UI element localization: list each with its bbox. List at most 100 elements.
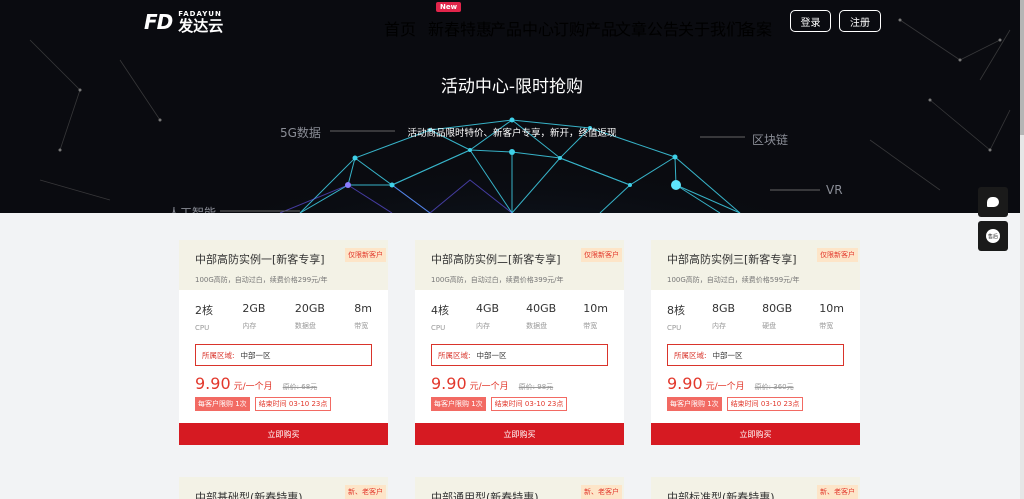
region-select[interactable]: 所属区域: 中部一区 <box>667 344 844 366</box>
price-unit: 元/一个月 <box>233 382 273 392</box>
spec-label: 带宽 <box>583 322 598 330</box>
spec-memory: 4GB 内存 <box>476 302 499 332</box>
end-time-badge: 结束时间 03-10 23点 <box>490 397 568 411</box>
buy-now-button[interactable]: 立即购买 <box>651 423 860 445</box>
tag-ai: 人工智能 <box>168 206 217 213</box>
spec-disk: 40GB 数据盘 <box>526 302 556 332</box>
price-value: 9.90 <box>431 374 467 393</box>
region-value: 中部一区 <box>476 350 507 360</box>
card-specs: 8核 CPU 8GB 内存 80GB 硬盘 10m 带宽 <box>651 290 860 332</box>
purchase-limit-badge: 每客户限购 1次 <box>195 397 250 411</box>
logo-mark: FD <box>144 10 173 34</box>
side-aftersale-button[interactable]: 售后 <box>978 221 1008 251</box>
logo[interactable]: FD FADAYUN 发达云 <box>144 10 223 34</box>
nav-products[interactable]: 产品中心 <box>490 16 554 40</box>
card-desc: 100G高防，自动过白，续费价格299元/年 <box>195 276 328 284</box>
scrollbar-thumb[interactable] <box>1020 0 1024 135</box>
product-card: 中部高防实例一[新客专享] 100G高防，自动过白，续费价格299元/年 仅限新… <box>179 240 388 445</box>
purchase-limit-badge: 每客户限购 1次 <box>667 397 722 411</box>
spec-value: 8核 <box>667 304 685 317</box>
spec-value: 10m <box>819 302 844 315</box>
spec-bandwidth: 8m 带宽 <box>354 302 372 332</box>
card-desc: 100G高防，自动过白，续费价格599元/年 <box>667 276 800 284</box>
new-customer-flag: 仅限新客户 <box>345 248 386 262</box>
spec-value: 40GB <box>526 302 557 315</box>
login-button[interactable]: 登录 <box>790 10 831 32</box>
original-price: 原价: 360元 <box>754 383 794 391</box>
buy-now-button[interactable]: 立即购买 <box>415 423 624 445</box>
nav-icp[interactable]: 备案 <box>740 16 772 40</box>
spec-value: 80GB <box>762 302 793 315</box>
spec-value: 10m <box>583 302 608 315</box>
nav-order[interactable]: 订购产品 <box>553 16 617 40</box>
register-button[interactable]: 注册 <box>839 10 881 32</box>
spec-value: 2GB <box>242 302 266 315</box>
price-unit: 元/一个月 <box>705 382 745 392</box>
product-card: 中部高防实例三[新客专享] 100G高防，自动过白，续费价格599元/年 仅限新… <box>651 240 860 445</box>
spec-memory: 2GB 内存 <box>242 302 265 332</box>
tag-vr: VR <box>826 183 843 197</box>
card-header: 中部高防实例一[新客专享] 100G高防，自动过白，续费价格299元/年 仅限新… <box>179 240 388 290</box>
card-header: 中部高防实例三[新客专享] 100G高防，自动过白，续费价格599元/年 仅限新… <box>651 240 860 290</box>
spec-disk: 80GB 硬盘 <box>762 302 792 332</box>
scrollbar-track[interactable] <box>1020 0 1024 499</box>
spec-value: 4核 <box>431 304 449 317</box>
spec-value: 8GB <box>712 302 736 315</box>
product-card: 中部高防实例二[新客专享] 100G高防，自动过白，续费价格399元/年 仅限新… <box>415 240 624 445</box>
logo-cn: 发达云 <box>178 17 224 35</box>
spec-cpu: 4核 CPU <box>431 302 449 332</box>
spec-label: CPU <box>195 324 210 332</box>
spec-label: 数据盘 <box>526 322 548 330</box>
limits-row: 每客户限购 1次 结束时间 03-10 23点 <box>415 393 624 411</box>
spec-label: CPU <box>431 324 446 332</box>
spec-value: 20GB <box>294 302 325 315</box>
spec-label: 硬盘 <box>762 322 777 330</box>
side-chat-button[interactable] <box>978 187 1008 217</box>
original-price: 原价: 68元 <box>282 383 318 391</box>
hero-subtitle: 活动商品限时特价、新客户专享，新开，终值返现 <box>407 128 617 139</box>
spec-cpu: 8核 CPU <box>667 302 685 332</box>
chat-icon <box>987 197 999 207</box>
limits-row: 每客户限购 1次 结束时间 03-10 23点 <box>651 393 860 411</box>
new-badge: New <box>436 2 462 12</box>
buy-now-button[interactable]: 立即购买 <box>179 423 388 445</box>
tag-blockchain: 区块链 <box>752 133 789 147</box>
hero-banner: FD FADAYUN 发达云 首页 新春特惠 New 产品中心 订购产品 文章公告… <box>0 0 1024 213</box>
spec-bandwidth: 10m 带宽 <box>583 302 608 332</box>
product-card-row2: 中部标准型(新春特惠) 新、老客户 <box>651 477 860 499</box>
end-time-badge: 结束时间 03-10 23点 <box>254 397 332 411</box>
card-header: 中部高防实例二[新客专享] 100G高防，自动过白，续费价格399元/年 仅限新… <box>415 240 624 290</box>
spec-value: 8m <box>354 302 372 315</box>
card-desc: 100G高防，自动过白，续费价格399元/年 <box>431 276 564 284</box>
original-price: 原价: 98元 <box>518 383 554 391</box>
purchase-limit-badge: 每客户限购 1次 <box>431 397 486 411</box>
spec-disk: 20GB 数据盘 <box>295 302 325 332</box>
spec-label: 内存 <box>242 322 257 330</box>
card-specs: 4核 CPU 4GB 内存 40GB 数据盘 10m 带宽 <box>415 290 624 332</box>
price-row: 9.90 元/一个月 原价: 98元 <box>415 366 624 393</box>
region-label: 所属区域: <box>674 350 707 360</box>
customer-flag: 新、老客户 <box>345 485 386 499</box>
price-value: 9.90 <box>195 374 231 393</box>
nav-about[interactable]: 关于我们 <box>678 16 742 40</box>
spec-bandwidth: 10m 带宽 <box>819 302 844 332</box>
spec-value: 4GB <box>476 302 500 315</box>
price-row: 9.90 元/一个月 原价: 68元 <box>179 366 388 393</box>
new-customer-flag: 仅限新客户 <box>817 248 858 262</box>
nav-spring-sale-label: 新春特惠 <box>428 20 493 39</box>
nav-spring-sale[interactable]: 新春特惠 New <box>428 2 493 40</box>
price-unit: 元/一个月 <box>469 382 509 392</box>
spec-label: 带宽 <box>819 322 834 330</box>
spec-label: 内存 <box>712 322 727 330</box>
region-select[interactable]: 所属区域: 中部一区 <box>431 344 608 366</box>
region-select[interactable]: 所属区域: 中部一区 <box>195 344 372 366</box>
end-time-badge: 结束时间 03-10 23点 <box>726 397 804 411</box>
price-value: 9.90 <box>667 374 703 393</box>
region-label: 所属区域: <box>438 350 471 360</box>
spec-value: 2核 <box>195 304 213 317</box>
nav-articles[interactable]: 文章公告 <box>615 16 679 40</box>
nav-home[interactable]: 首页 <box>384 16 416 40</box>
region-value: 中部一区 <box>712 350 743 360</box>
limits-row: 每客户限购 1次 结束时间 03-10 23点 <box>179 393 388 411</box>
customer-flag: 新、老客户 <box>817 485 858 499</box>
